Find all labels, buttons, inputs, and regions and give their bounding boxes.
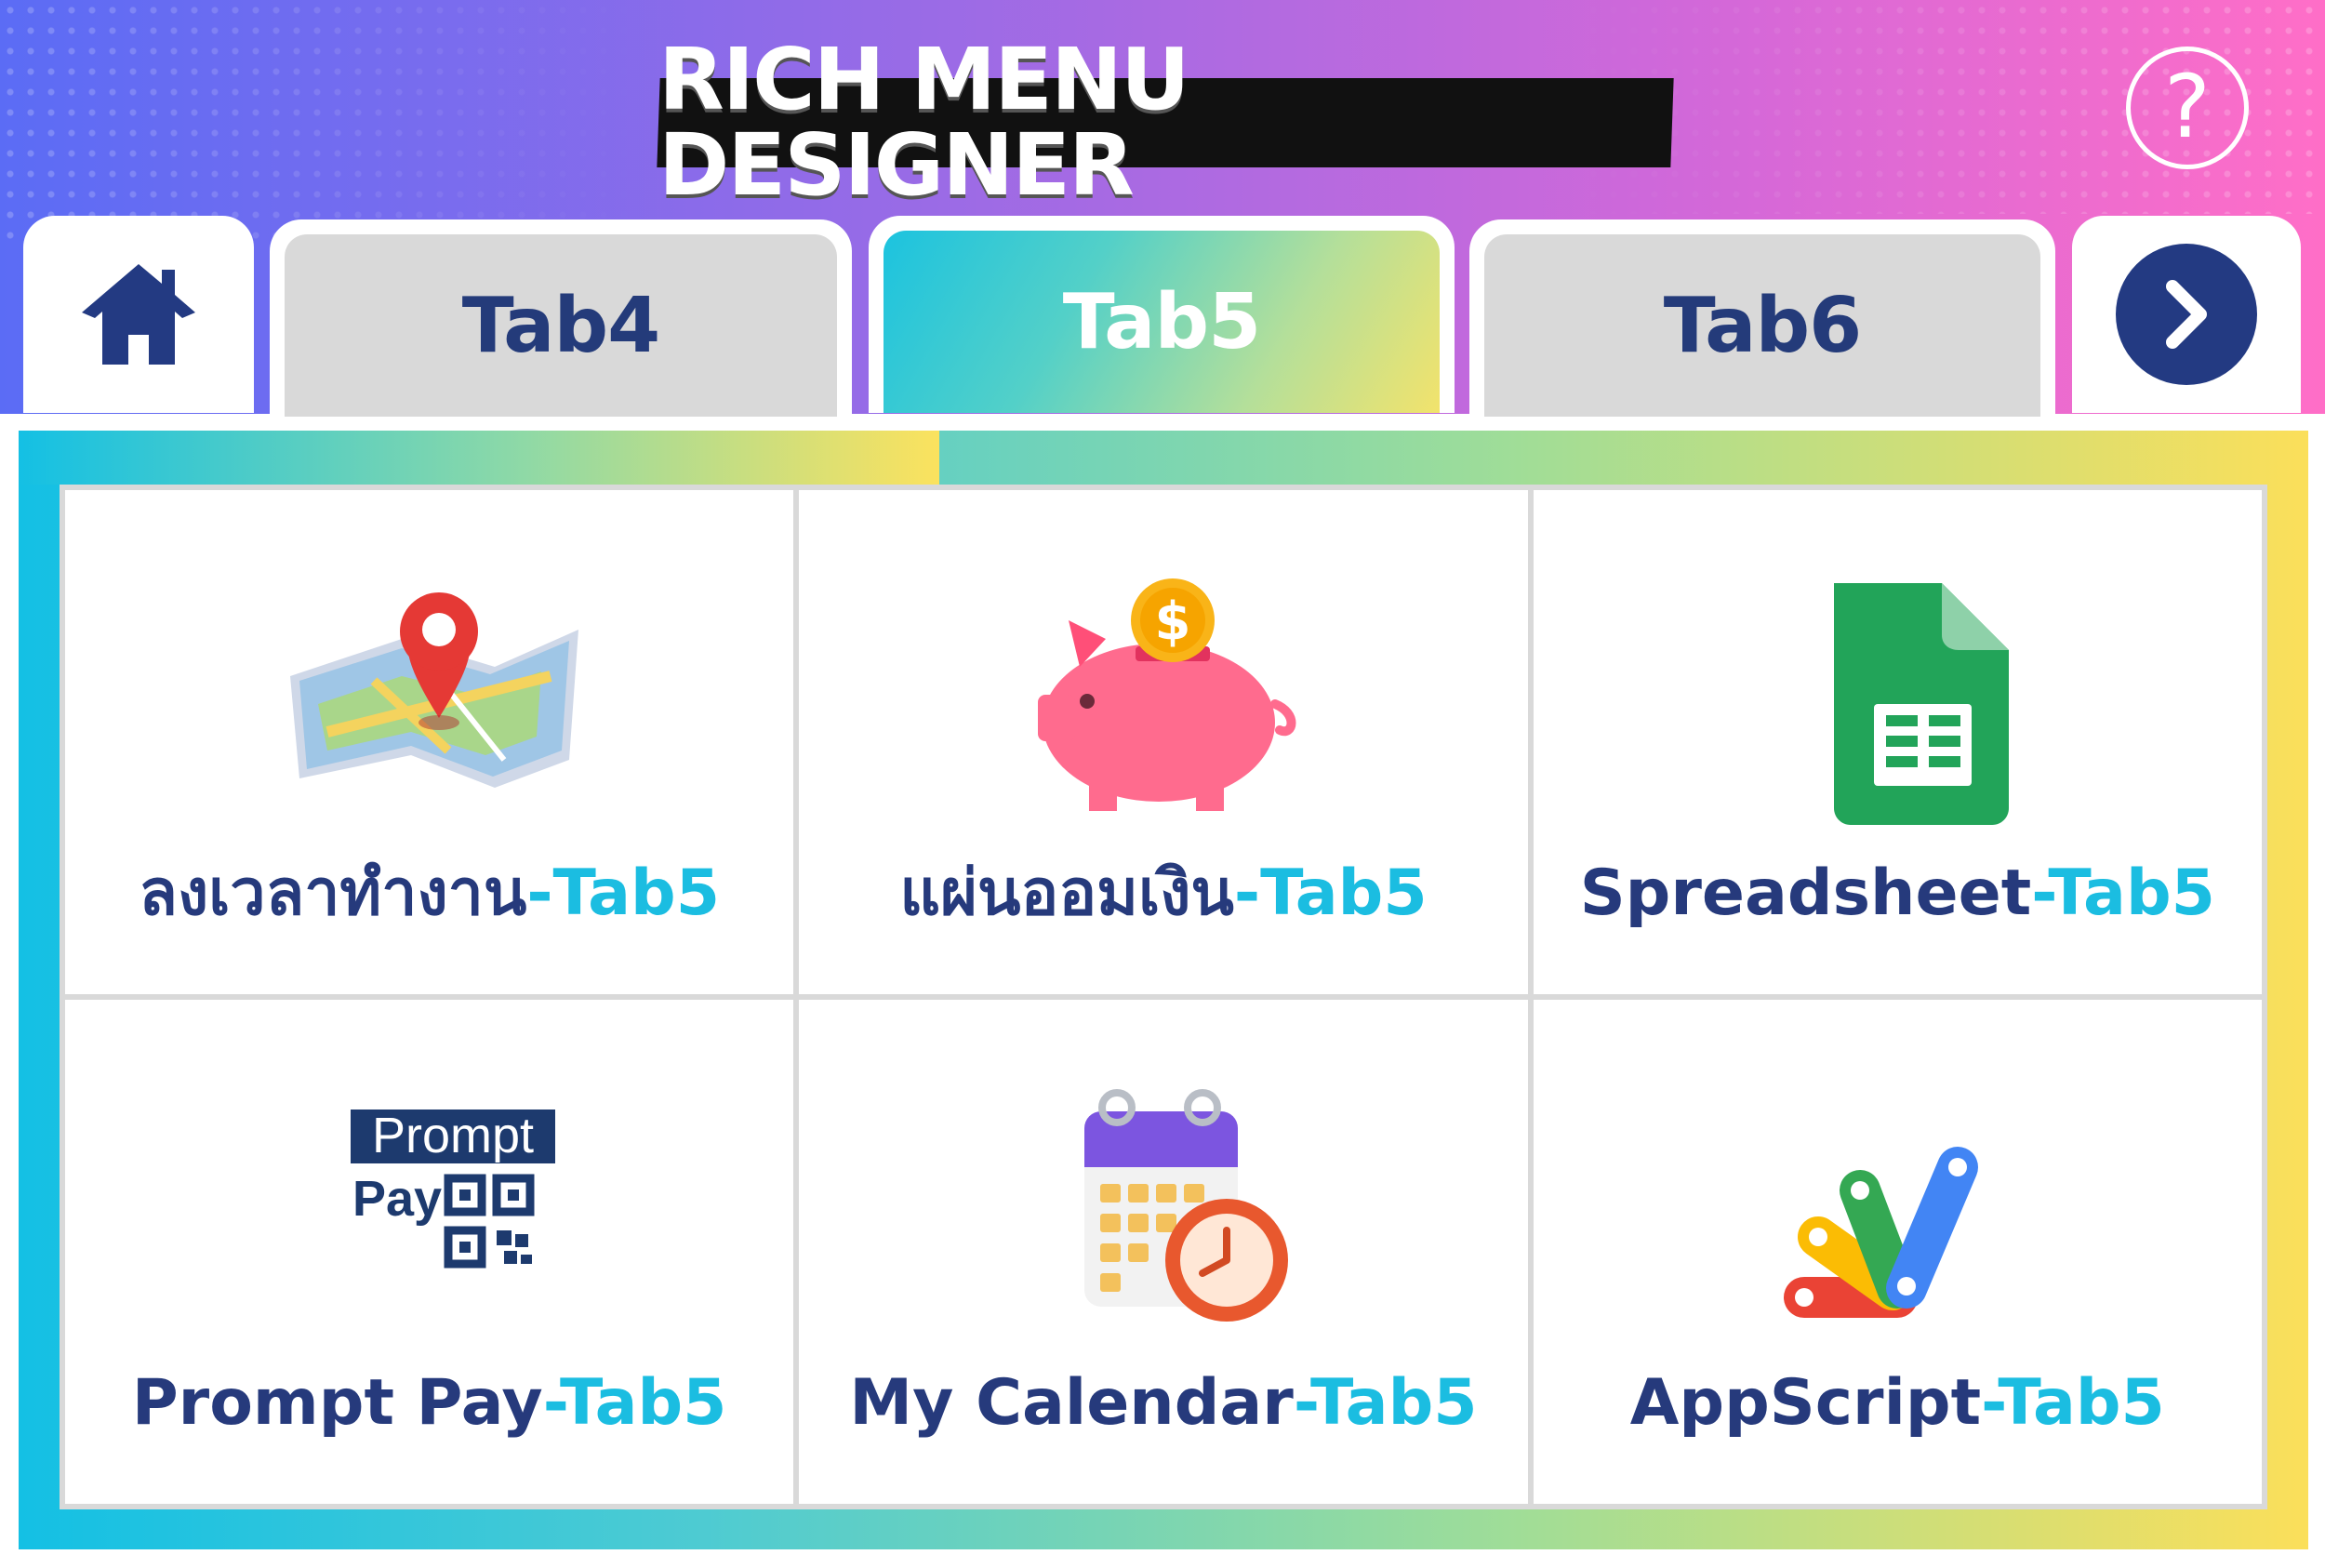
tab-6[interactable]: Tab6 [1469,219,2055,417]
tab-4-label: Tab4 [285,234,837,417]
home-tab[interactable] [23,216,254,413]
page-title: RICH MENU DESIGNER [658,30,1189,215]
menu-item-label: Prompt Pay-Tab5 [131,1366,727,1440]
menu-item-calendar[interactable]: My Calendar-Tab5 [799,1000,1528,1504]
menu-item-label: ลงเวลาทำงาน-Tab5 [139,857,721,930]
promptpay-icon: Prompt Pay [262,1074,597,1335]
next-tab[interactable] [2072,216,2301,413]
tab-5[interactable]: Tab5 [869,216,1455,413]
menu-item-clock-in[interactable]: ลงเวลาทำงาน-Tab5 [65,490,794,994]
dot-pattern-left [0,0,651,242]
next-button[interactable] [2116,244,2257,385]
menu-item-label: My Calendar-Tab5 [849,1366,1478,1440]
menu-item-label: แผ่นออมเงิน-Tab5 [899,857,1428,930]
frame-top-strip [19,431,939,485]
coin-dollar-sign: $ [1155,591,1191,652]
menu-item-label: Spreadsheet-Tab5 [1579,857,2215,930]
help-button[interactable]: ? [2126,47,2249,169]
menu-item-appscript[interactable]: AppScript-Tab5 [1533,1000,2262,1504]
title-banner: RICH MENU DESIGNER [657,30,1674,215]
menu-item-savings[interactable]: $ แผ่นออมเงิน-Tab5 [799,490,1528,994]
home-icon [82,264,195,365]
google-sheets-icon [1730,565,2065,825]
tab-5-label: Tab5 [884,231,1440,413]
menu-item-spreadsheet[interactable]: Spreadsheet-Tab5 [1533,490,2262,994]
promptpay-line1: Prompt [372,1108,534,1163]
menu-grid: ลงเวลาทำงาน-Tab5 $ แผ่นออมเงิน-Tab5 Spre… [60,485,2267,1509]
tab-4[interactable]: Tab4 [270,219,852,417]
menu-item-promptpay[interactable]: Prompt Pay Prompt Pay-Tab5 [65,1000,794,1504]
piggy-bank-icon: $ [996,565,1331,825]
map-pin-icon [262,565,597,825]
tab-6-label: Tab6 [1484,234,2040,417]
promptpay-line2: Pay [352,1171,442,1227]
menu-frame: ลงเวลาทำงาน-Tab5 $ แผ่นออมเงิน-Tab5 Spre… [19,431,2308,1549]
menu-item-label: AppScript-Tab5 [1629,1366,2165,1440]
apps-script-icon [1730,1074,2065,1335]
question-mark-icon: ? [2164,57,2211,158]
calendar-clock-icon [996,1074,1331,1335]
chevron-right-icon [2166,280,2207,349]
